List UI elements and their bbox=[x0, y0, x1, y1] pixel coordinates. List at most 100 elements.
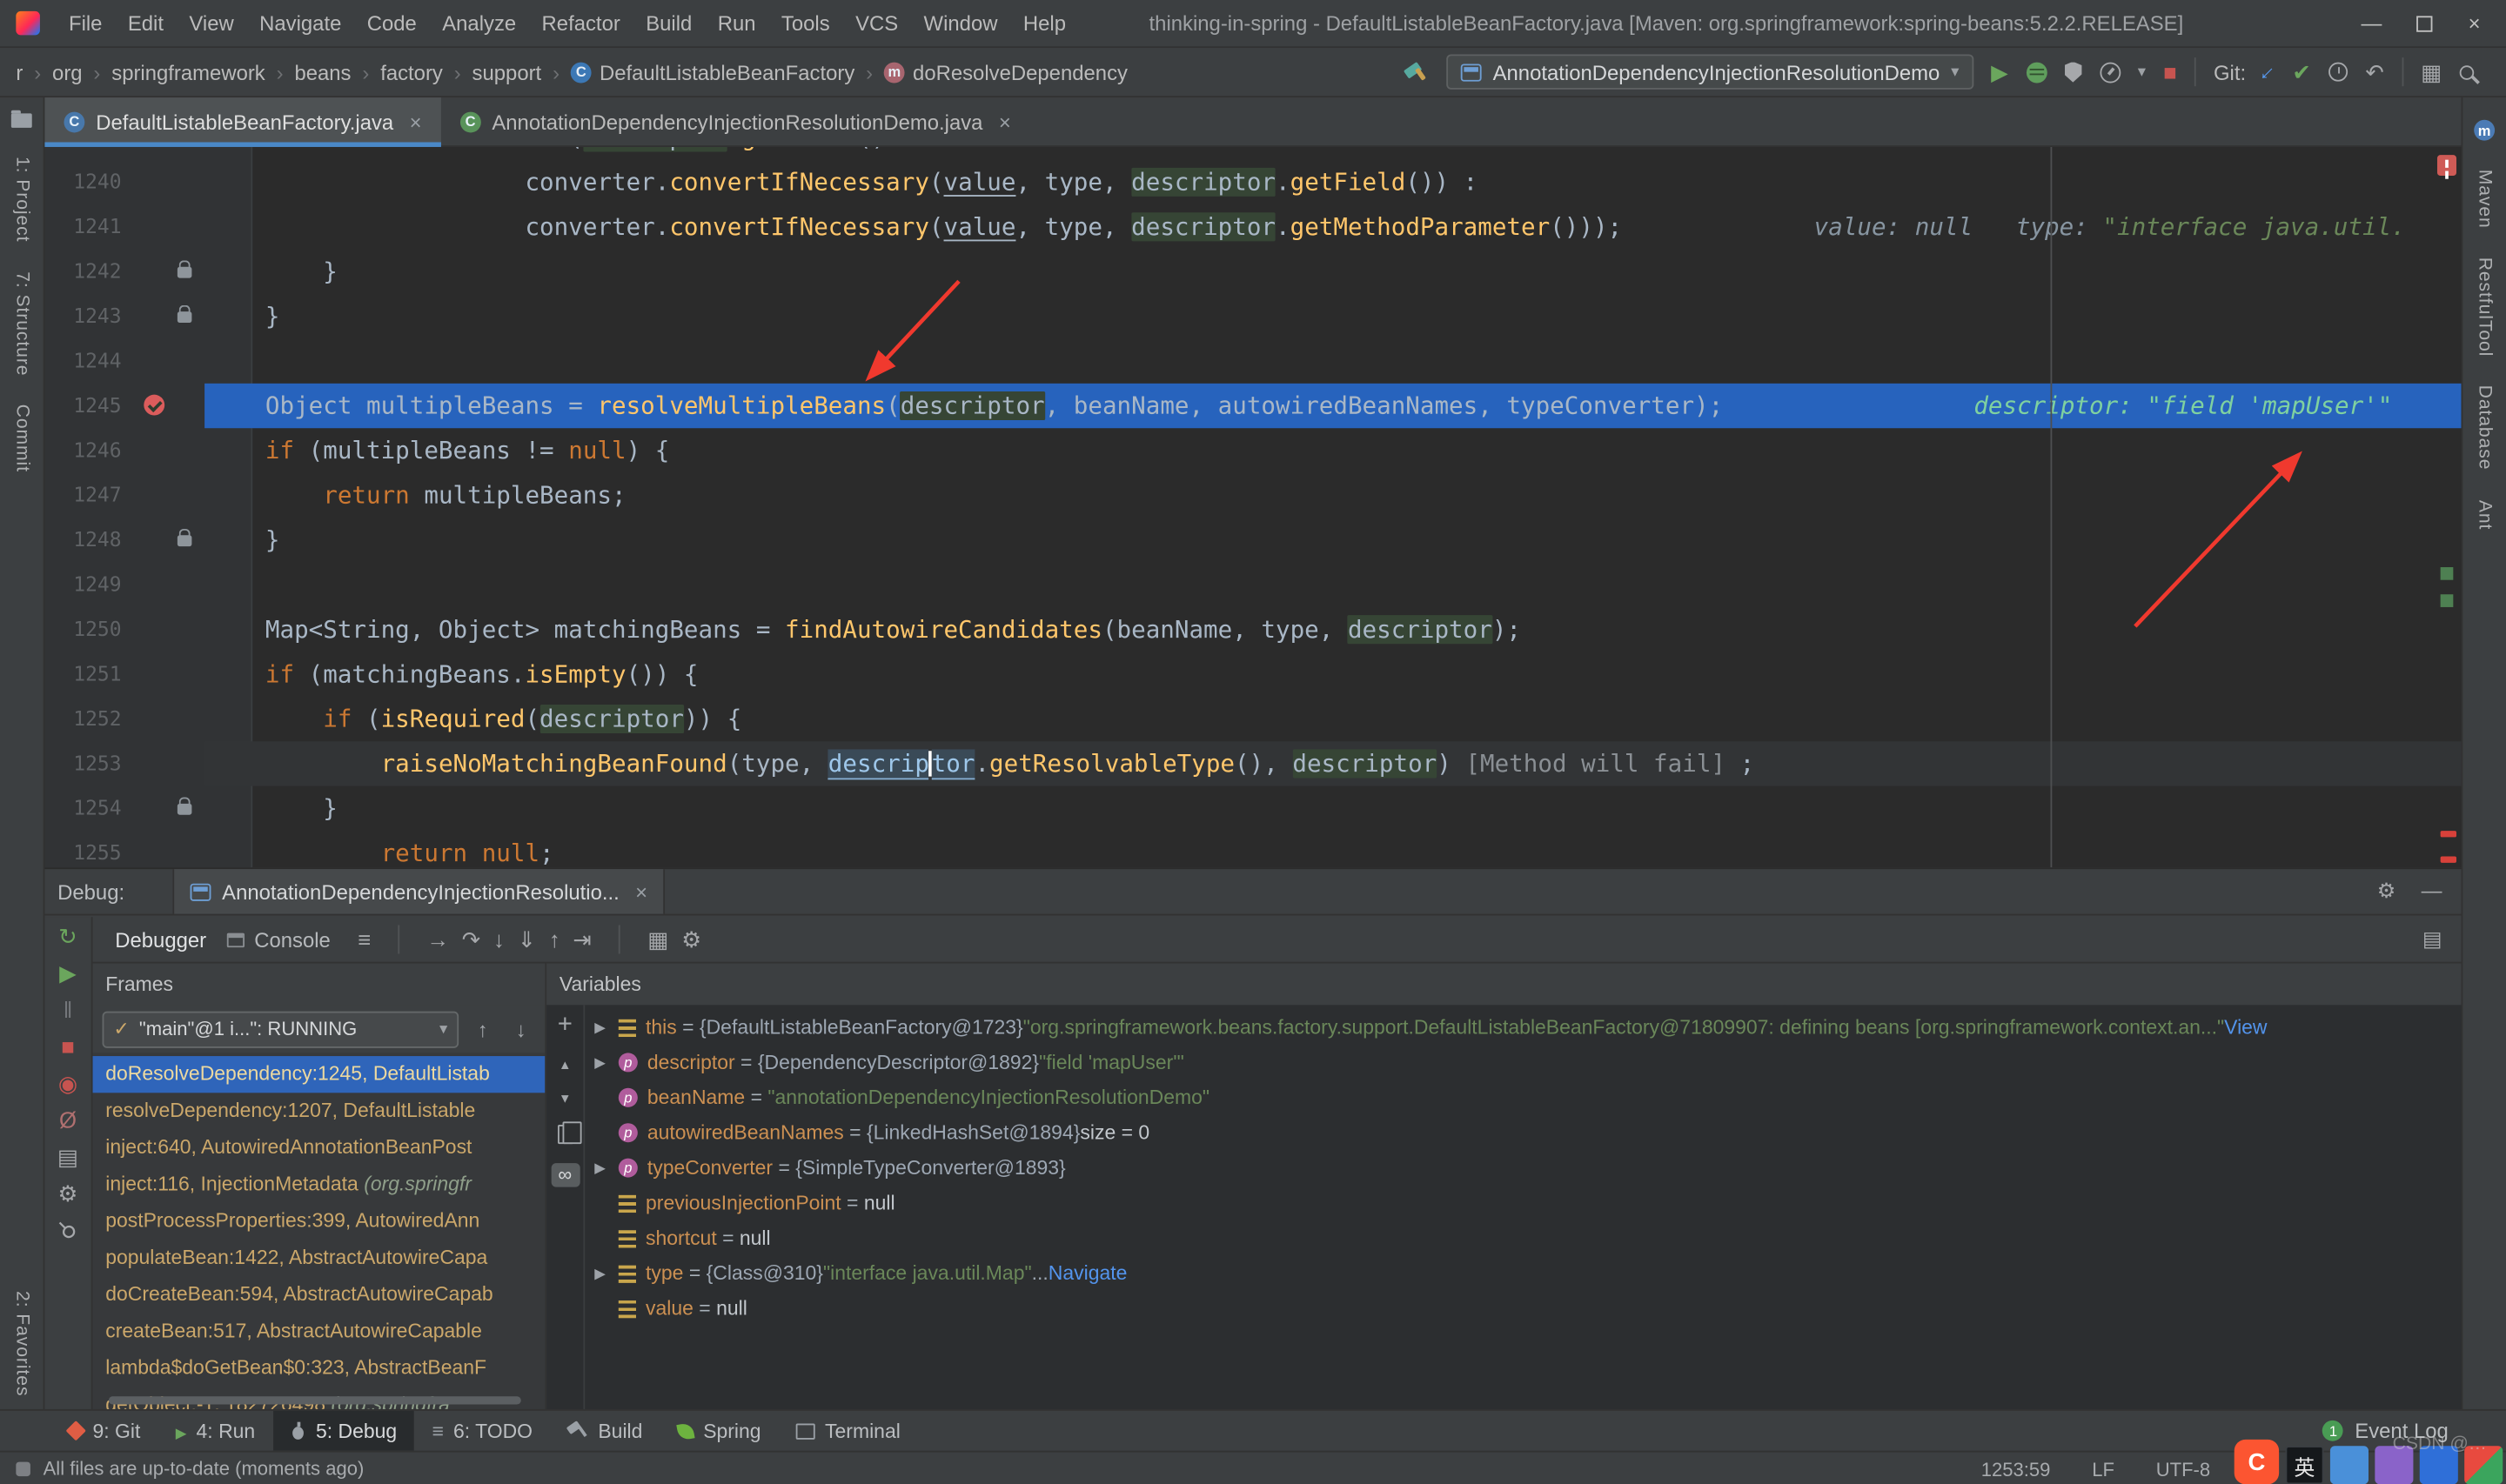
variable-row-beanName[interactable]: p beanName = "annotationDependencyInjecti… bbox=[585, 1080, 2461, 1115]
code-text[interactable]: converter.convertIfNecessary(value, type… bbox=[265, 160, 1477, 204]
copy-stack-icon[interactable] bbox=[557, 1120, 582, 1145]
code-text[interactable]: Map<String, Object> matchingBeans = find… bbox=[265, 607, 1521, 652]
run-button[interactable]: ▶ bbox=[1991, 61, 2008, 84]
build-hammer-icon[interactable] bbox=[1404, 60, 1429, 84]
menu-refactor[interactable]: Refactor bbox=[529, 11, 633, 36]
toolwindow-button-6-todo[interactable]: 6: TODO bbox=[414, 1411, 550, 1451]
thread-dump-button[interactable]: ▤ bbox=[57, 1146, 78, 1168]
line-separator[interactable]: LF bbox=[2092, 1458, 2114, 1481]
menu-view[interactable]: View bbox=[177, 11, 247, 36]
debug-settings-button[interactable]: ⚙ bbox=[58, 1182, 78, 1205]
frame-row[interactable]: doResolveDependency:1245, DefaultListab bbox=[92, 1056, 546, 1093]
code-text[interactable]: if (matchingBeans.isEmpty()) { bbox=[265, 652, 699, 696]
horizontal-scrollbar[interactable] bbox=[108, 1396, 521, 1405]
variable-row-shortcut[interactable]: shortcut = null bbox=[585, 1220, 2461, 1255]
line-number[interactable]: 1248 bbox=[44, 518, 137, 562]
variable-row-autowiredBeanNames[interactable]: p autowiredBeanNames = {LinkedHashSet@189… bbox=[585, 1115, 2461, 1150]
close-icon[interactable]: × bbox=[635, 879, 647, 904]
tool-strip-database[interactable]: Database bbox=[2475, 385, 2494, 471]
code-editor[interactable]: 1239 return (descriptor.getField() != nu… bbox=[44, 146, 2462, 868]
menu-window[interactable]: Window bbox=[911, 11, 1010, 36]
code-text[interactable]: } bbox=[265, 786, 338, 831]
debug-run-button[interactable] bbox=[2026, 61, 2047, 83]
debug-session-tab[interactable]: AnnotationDependencyInjectionResolutio..… bbox=[172, 869, 666, 914]
line-number[interactable]: 1255 bbox=[44, 831, 137, 867]
breadcrumb-item-DefaultListableBeanFactory[interactable]: C DefaultListableBeanFactory bbox=[567, 60, 858, 84]
variable-row-previousInjectionPoint[interactable]: previousInjectionPoint = null bbox=[585, 1186, 2461, 1220]
code-text[interactable]: return multipleBeans; bbox=[265, 473, 626, 518]
debug-panel-layout-icon[interactable]: ▤ bbox=[2422, 926, 2462, 952]
force-step-into-button[interactable]: ⇓ bbox=[518, 926, 537, 953]
tab-console[interactable]: Console bbox=[227, 927, 331, 952]
close-icon[interactable]: × bbox=[999, 110, 1011, 134]
prev-frame-button[interactable]: ↑ bbox=[468, 1017, 497, 1041]
step-out-button[interactable]: ↑ bbox=[549, 926, 560, 952]
line-number[interactable]: 1243 bbox=[44, 294, 137, 338]
variable-row-typeConverter[interactable]: ▶ p typeConverter = {SimpleTypeConverter@1… bbox=[585, 1150, 2461, 1185]
layout-menu-icon[interactable]: ≡ bbox=[358, 926, 371, 952]
maximize-button[interactable] bbox=[2416, 15, 2434, 31]
close-button[interactable]: × bbox=[2469, 11, 2481, 36]
menu-navigate[interactable]: Navigate bbox=[246, 11, 354, 36]
menu-file[interactable]: File bbox=[56, 11, 115, 36]
toolwindow-button-spring[interactable]: Spring bbox=[660, 1411, 779, 1451]
step-into-button[interactable]: ↓ bbox=[493, 926, 505, 952]
step-over-button[interactable]: ↷ bbox=[462, 926, 481, 953]
tray-icon[interactable] bbox=[2329, 1446, 2369, 1484]
line-number[interactable]: 1245 bbox=[44, 384, 137, 428]
variable-row-this[interactable]: ▶ this = {DefaultListableBeanFactory@1723… bbox=[585, 1010, 2461, 1045]
toolwindow-button-9-git[interactable]: 9: Git bbox=[51, 1411, 158, 1451]
menu-code[interactable]: Code bbox=[354, 11, 429, 36]
tool-strip-7-structure[interactable]: 7: Structure bbox=[12, 271, 31, 375]
code-text[interactable]: Object multipleBeans = resolveMultipleBe… bbox=[265, 384, 1723, 428]
breadcrumb-item-beans[interactable]: beans bbox=[291, 60, 354, 84]
line-number[interactable]: 1246 bbox=[44, 428, 137, 472]
code-text[interactable]: return (descriptor.getField() != null ? bbox=[265, 146, 1030, 160]
resume-button[interactable]: ▶ bbox=[59, 962, 77, 985]
code-text[interactable]: } bbox=[265, 250, 338, 294]
close-icon[interactable]: × bbox=[410, 110, 422, 134]
watch-infinity-icon[interactable]: ∞ bbox=[550, 1163, 580, 1187]
stop-button[interactable]: ■ bbox=[2163, 61, 2177, 84]
code-text[interactable]: } bbox=[265, 294, 280, 338]
expand-arrow-icon[interactable]: ▶ bbox=[594, 1265, 619, 1282]
expand-arrow-icon[interactable]: ▶ bbox=[594, 1053, 619, 1071]
project-folder-icon[interactable] bbox=[10, 109, 32, 128]
line-number[interactable]: 1244 bbox=[44, 338, 137, 383]
frame-row[interactable]: resolveDependency:1207, DefaultListable bbox=[93, 1093, 546, 1129]
frame-row[interactable]: inject:116, InjectionMetadata (org.sprin… bbox=[93, 1166, 546, 1203]
line-number[interactable]: 1249 bbox=[44, 563, 137, 607]
profiler-button[interactable] bbox=[2099, 61, 2121, 83]
code-text[interactable]: return null; bbox=[265, 831, 554, 867]
breadcrumb-item-r[interactable]: r bbox=[13, 60, 26, 84]
toolwindow-button-terminal[interactable]: Terminal bbox=[779, 1411, 918, 1451]
tool-strip-restfultool[interactable]: RestfulTool bbox=[2475, 257, 2494, 358]
breadcrumb-item-factory[interactable]: factory bbox=[378, 60, 446, 84]
next-frame-button[interactable]: ↓ bbox=[506, 1017, 535, 1041]
rollback-icon[interactable]: ↶ bbox=[2365, 61, 2384, 84]
breadcrumb-item-doResolveDependency[interactable]: m doResolveDependency bbox=[881, 60, 1130, 84]
coverage-button[interactable] bbox=[2064, 61, 2082, 83]
hide-panel-icon[interactable]: — bbox=[2422, 879, 2442, 904]
settings-gear-icon[interactable]: ⚙ bbox=[2377, 879, 2395, 904]
variable-row-descriptor[interactable]: ▶ p descriptor = {DependencyDescriptor@189… bbox=[585, 1045, 2461, 1080]
tool-strip-1-project[interactable]: 1: Project bbox=[12, 157, 31, 242]
line-number[interactable]: 1253 bbox=[44, 741, 137, 785]
error-stripe-mark[interactable] bbox=[2440, 856, 2457, 863]
frame-row[interactable]: doCreateBean:594, AbstractAutowireCapab bbox=[93, 1277, 546, 1314]
file-encoding[interactable]: UTF-8 bbox=[2156, 1458, 2210, 1481]
variable-row-type[interactable]: ▶ type = {Class@310} "interface java.util… bbox=[585, 1256, 2461, 1291]
run-config-select[interactable]: AnnotationDependencyInjectionResolutionD… bbox=[1446, 54, 1973, 90]
debug-layout-settings-button[interactable]: ⚙ bbox=[681, 926, 701, 953]
error-stripe-mark[interactable] bbox=[2440, 831, 2457, 838]
menu-vcs[interactable]: VCS bbox=[842, 11, 910, 36]
pin-button[interactable]: ⚲ bbox=[53, 1215, 83, 1245]
ime-badge[interactable]: 英 bbox=[2285, 1446, 2324, 1484]
add-watch-button[interactable]: + bbox=[558, 1013, 573, 1038]
line-number[interactable]: 1254 bbox=[44, 786, 137, 831]
tab-debugger[interactable]: Debugger bbox=[115, 927, 206, 952]
expand-arrow-icon[interactable]: ▶ bbox=[594, 1019, 619, 1036]
frame-row[interactable]: lambda$doGetBean$0:323, AbstractBeanF bbox=[93, 1350, 546, 1387]
menu-tools[interactable]: Tools bbox=[768, 11, 842, 36]
tool-strip-2-favorites[interactable]: 2: Favorites bbox=[12, 1291, 31, 1396]
